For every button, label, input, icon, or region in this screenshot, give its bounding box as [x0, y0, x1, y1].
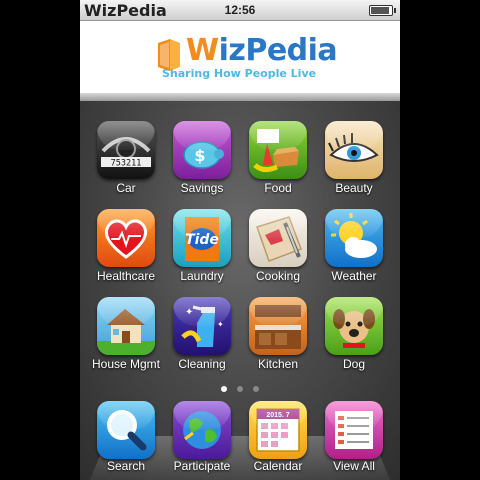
eye-makeup-icon	[325, 121, 383, 179]
svg-text:✦: ✦	[217, 320, 224, 329]
kitchen-icon	[249, 297, 307, 355]
app-laundry[interactable]: Tide Laundry	[156, 209, 232, 289]
wizpedia-logo: WizPedia Sharing How People Live	[156, 33, 338, 83]
calendar-icon: 2015. 7	[249, 401, 307, 459]
dog-icon	[325, 297, 383, 355]
svg-text:$: $	[194, 146, 205, 165]
app-label: Weather	[331, 269, 377, 283]
app-healthcare[interactable]: Healthcare	[80, 209, 156, 289]
logo-title: WizPedia	[186, 33, 338, 68]
app-house-mgmt[interactable]: House Mgmt	[80, 297, 160, 377]
svg-text:753211: 753211	[111, 159, 142, 169]
app-car[interactable]: 753211 Car	[80, 121, 156, 201]
dock-view-all[interactable]: View All	[308, 401, 384, 480]
svg-text:2015. 7: 2015. 7	[266, 412, 289, 419]
dock: Search Participate 2015. 7 Calendar View…	[80, 401, 400, 480]
app-beauty[interactable]: Beauty	[308, 121, 384, 201]
svg-text:Tide: Tide	[185, 232, 219, 248]
battery-icon	[369, 5, 396, 16]
food-icon	[249, 121, 307, 179]
svg-text:✦: ✦	[185, 307, 193, 318]
page-dot[interactable]	[221, 386, 227, 392]
house-icon	[97, 297, 155, 355]
header-divider	[80, 93, 400, 101]
status-bar: WizPedia 12:56	[80, 0, 400, 21]
dock-participate[interactable]: Participate	[156, 401, 232, 480]
sun-cloud-icon	[325, 209, 383, 267]
dock-calendar[interactable]: 2015. 7 Calendar	[232, 401, 308, 480]
status-time: 12:56	[224, 3, 256, 17]
app-label: Beauty	[335, 181, 373, 195]
page-dot[interactable]	[237, 386, 243, 392]
app-kitchen[interactable]: Kitchen	[232, 297, 308, 377]
heart-icon	[97, 209, 155, 267]
app-label: Dog	[342, 357, 365, 371]
app-header: WizPedia Sharing How People Live	[80, 21, 400, 93]
detergent-box-icon: Tide	[173, 209, 231, 267]
home-screen: 753211 Car $ Savings Food Beauty Healthc…	[80, 101, 400, 480]
app-food[interactable]: Food	[232, 121, 308, 201]
piggy-bank-icon: $	[173, 121, 231, 179]
page-dot[interactable]	[253, 386, 259, 392]
spray-bottle-icon: ✦ ✦	[173, 297, 231, 355]
globe-icon	[173, 401, 231, 459]
page-indicator[interactable]	[80, 379, 400, 397]
cutting-board-icon	[249, 209, 307, 267]
dock-search[interactable]: Search	[80, 401, 156, 480]
app-dog[interactable]: Dog	[308, 297, 384, 377]
app-label: View All	[333, 459, 375, 473]
app-weather[interactable]: Weather	[308, 209, 384, 289]
app-savings[interactable]: $ Savings	[156, 121, 232, 201]
app-cleaning[interactable]: ✦ ✦ Cleaning	[156, 297, 232, 377]
phone-screen: WizPedia 12:56 WizPedia Sharing How Peop…	[80, 0, 400, 480]
magnifier-icon	[97, 401, 155, 459]
logo-tagline: Sharing How People Live	[162, 67, 317, 80]
list-icon	[325, 401, 383, 459]
app-cooking[interactable]: Cooking	[232, 209, 308, 289]
car-dashboard-icon: 753211	[97, 121, 155, 179]
